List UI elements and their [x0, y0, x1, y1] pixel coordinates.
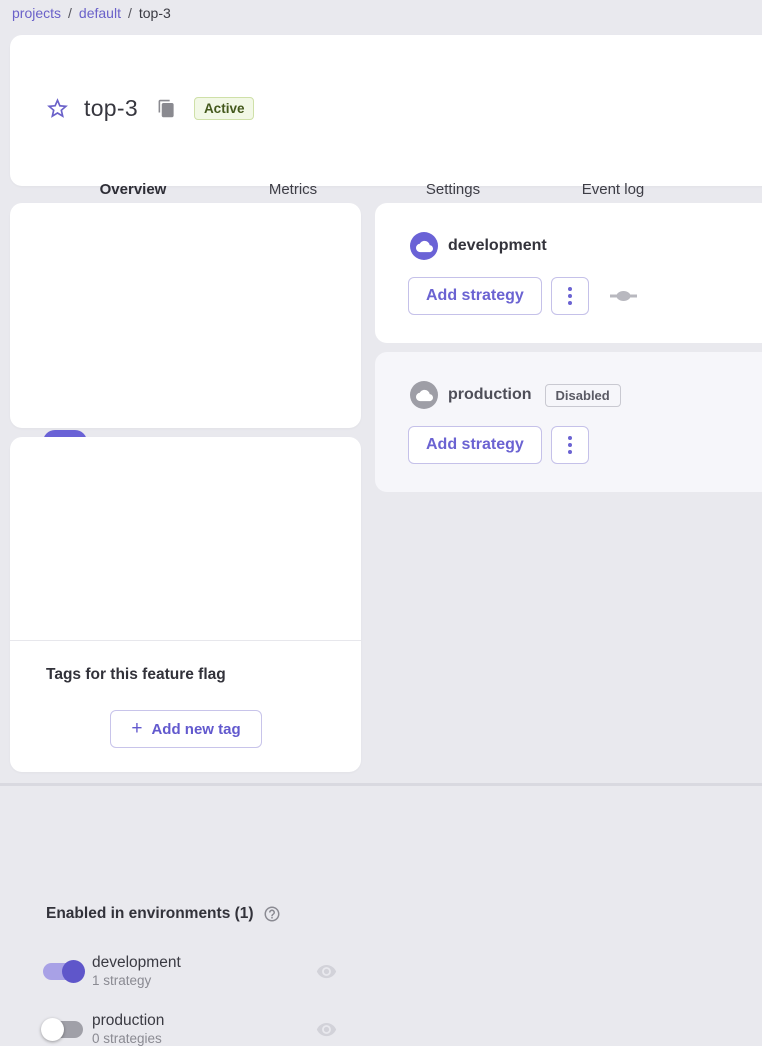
- environment-strategy-count: 1 strategy: [92, 973, 181, 988]
- environments-heading-row: Enabled in environments (1): [46, 905, 281, 923]
- favorite-button[interactable]: [44, 96, 70, 122]
- production-toggle[interactable]: [43, 1019, 83, 1040]
- panel-actions: Add strategy: [408, 277, 637, 315]
- environment-more-actions-button[interactable]: [551, 277, 589, 315]
- add-strategy-button[interactable]: Add strategy: [408, 277, 542, 315]
- feature-title-row: top-3 Active: [44, 95, 254, 122]
- kebab-icon: [568, 287, 572, 305]
- tab-label: Metrics: [269, 181, 317, 198]
- eye-icon: [316, 1019, 337, 1040]
- add-new-tag-button[interactable]: + Add new tag: [110, 710, 262, 748]
- environment-name: development: [92, 954, 181, 972]
- disabled-badge: Disabled: [545, 384, 621, 407]
- plus-icon: +: [131, 718, 142, 740]
- development-environment-panel: development Add strategy: [375, 203, 762, 343]
- toggle-thumb: [41, 1018, 64, 1041]
- show-environment-button[interactable]: [315, 1018, 337, 1040]
- breadcrumb-projects[interactable]: projects: [12, 5, 61, 21]
- card-divider: [10, 640, 361, 641]
- tab-label: Event log: [582, 181, 645, 198]
- environment-more-actions-button[interactable]: [551, 426, 589, 464]
- add-tag-label: Add new tag: [151, 721, 240, 738]
- environment-name: production: [92, 1012, 164, 1030]
- copy-name-button[interactable]: [156, 98, 178, 120]
- panel-actions: Add strategy: [408, 426, 589, 464]
- development-toggle[interactable]: [43, 961, 83, 982]
- tab-label: Overview: [100, 181, 167, 198]
- breadcrumb-current: top-3: [139, 5, 171, 21]
- add-strategy-button[interactable]: Add strategy: [408, 426, 542, 464]
- eye-icon: [316, 961, 337, 982]
- panel-header: development: [410, 232, 547, 260]
- panel-header: production Disabled: [410, 381, 621, 409]
- environment-row-production: production 0 strategies: [43, 1012, 337, 1046]
- feature-header-card: top-3 Active Overview Metrics Settings E…: [10, 35, 762, 186]
- status-badge: Active: [194, 97, 255, 120]
- copy-icon: [157, 99, 176, 118]
- environment-panel-name: development: [448, 237, 547, 255]
- environments-card: Enabled in environments (1) development …: [10, 437, 361, 772]
- breadcrumb-separator: /: [128, 5, 132, 21]
- page-title: top-3: [84, 95, 138, 122]
- help-icon[interactable]: [263, 905, 281, 923]
- breadcrumb-separator: /: [68, 5, 72, 21]
- flag-overview-card: Release toggle Project: default No descr…: [10, 203, 361, 428]
- cloud-icon: [410, 381, 438, 409]
- kebab-icon: [568, 436, 572, 454]
- tags-section-title: Tags for this feature flag: [46, 666, 226, 684]
- toggle-thumb: [62, 960, 85, 983]
- environment-texts: production 0 strategies: [92, 1012, 164, 1046]
- connection-icon: [610, 290, 637, 302]
- environment-texts: development 1 strategy: [92, 954, 181, 988]
- environment-panel-name: production: [448, 386, 532, 404]
- production-environment-panel: production Disabled Add strategy: [375, 352, 762, 492]
- breadcrumb: projects / default / top-3: [12, 3, 171, 23]
- environment-strategy-count: 0 strategies: [92, 1031, 164, 1046]
- breadcrumb-default[interactable]: default: [79, 5, 121, 21]
- star-icon: [45, 96, 70, 121]
- environment-row-development: development 1 strategy: [43, 954, 337, 988]
- cloud-icon: [410, 232, 438, 260]
- show-environment-button[interactable]: [315, 960, 337, 982]
- tab-label: Settings: [426, 181, 480, 198]
- environments-card-title: Enabled in environments (1): [46, 905, 254, 923]
